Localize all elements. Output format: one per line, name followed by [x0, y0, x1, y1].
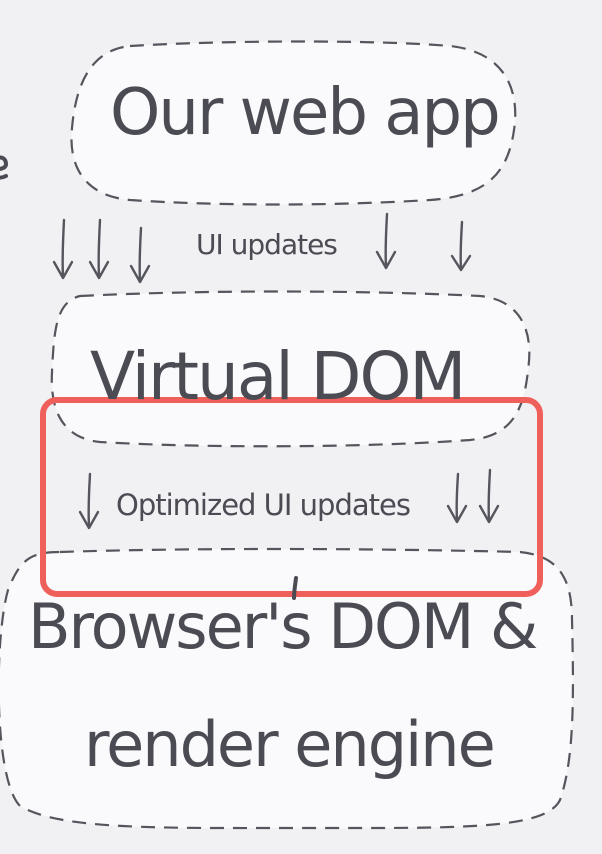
edge-ui-updates-label: UI updates — [196, 228, 338, 261]
arrow-down-4 — [375, 212, 397, 270]
diagram-canvas: Our web app UI updates Virtual DOM Optim… — [0, 0, 602, 854]
box-app-label: Our web app — [110, 76, 501, 150]
arrow-down-5 — [450, 220, 472, 272]
arrow-down-7 — [446, 472, 468, 524]
arrow-down-2 — [88, 218, 110, 280]
arrow-down-3 — [129, 226, 151, 284]
arrow-down-6 — [78, 472, 100, 530]
box-browser-label-line1: Browser's DOM & — [28, 590, 538, 663]
cropped-letter-fragment — [0, 155, 9, 180]
box-browser-label-line2: render engine — [84, 708, 496, 781]
arrow-down-8 — [478, 468, 500, 524]
box-virtual-dom-label: Virtual DOM — [90, 338, 465, 415]
edge-optimized-updates-label: Optimized UI updates — [116, 488, 411, 522]
arrow-down-1 — [52, 218, 74, 280]
